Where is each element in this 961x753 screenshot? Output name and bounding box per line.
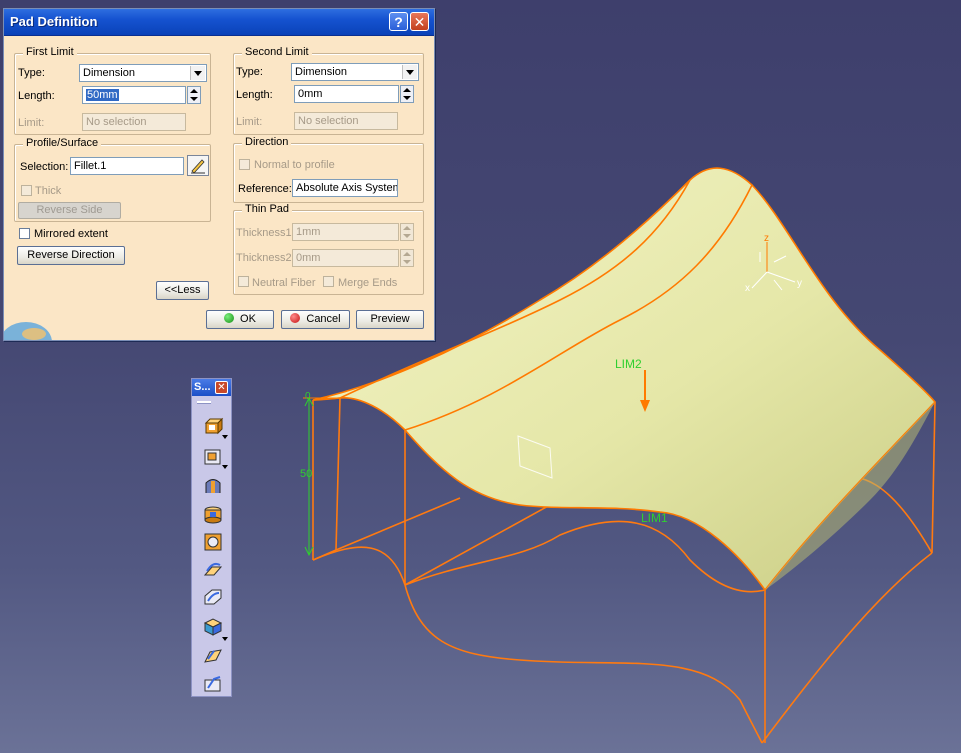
cancel-icon	[290, 313, 301, 323]
pad-flyout-icon[interactable]	[222, 435, 228, 439]
thickness2-label: Thickness2:	[236, 252, 295, 264]
thin-pad-legend: Thin Pad	[242, 203, 293, 215]
second-limit-label: Limit:	[236, 116, 263, 128]
reverse-direction-button[interactable]: Reverse Direction	[17, 246, 125, 265]
thickness1-label: Thickness1:	[236, 227, 295, 239]
first-limit-field[interactable]: No selection	[82, 113, 186, 131]
dimension-value[interactable]: 50	[300, 468, 312, 480]
ok-label: OK	[240, 313, 256, 325]
toolbar-close-icon[interactable]: ✕	[215, 381, 228, 394]
thick-checkbox[interactable]	[21, 185, 32, 196]
second-length-label: Length:	[236, 89, 273, 101]
stiffener-flyout-icon[interactable]	[222, 637, 228, 641]
thickness1-spinner[interactable]	[400, 223, 414, 241]
stiffener-icon[interactable]	[202, 615, 224, 637]
second-type-label: Type:	[236, 66, 263, 78]
first-length-spinner[interactable]	[187, 86, 201, 104]
first-limit-label: Limit:	[18, 117, 45, 129]
neutral-fiber-label: Neutral Fiber	[252, 277, 316, 289]
profile-surface-legend: Profile/Surface	[23, 137, 102, 149]
chevron-down-icon[interactable]	[190, 66, 205, 80]
pocket-flyout-icon[interactable]	[222, 465, 228, 469]
help-button[interactable]: ?	[389, 12, 408, 31]
reference-label: Reference:	[238, 183, 292, 195]
axis-z-label: z	[764, 233, 769, 244]
second-limit-legend: Second Limit	[242, 46, 312, 58]
ok-button[interactable]: OK	[206, 310, 274, 329]
axis-y-label: y	[797, 278, 802, 289]
toolbar-title: S...	[194, 381, 211, 393]
selection-field[interactable]: Fillet.1	[70, 157, 184, 175]
rib-icon[interactable]	[202, 559, 224, 581]
direction-legend: Direction	[242, 136, 292, 148]
cancel-button[interactable]: Cancel	[281, 310, 350, 329]
second-type-dropdown[interactable]: Dimension	[291, 63, 419, 81]
neutral-fiber-checkbox[interactable]	[238, 276, 249, 287]
mirrored-extent-label: Mirrored extent	[34, 228, 108, 240]
pad-definition-dialog: Pad Definition ? ✕ First Limit Type: Dim…	[3, 8, 435, 341]
pad-icon[interactable]	[202, 415, 224, 437]
first-length-label: Length:	[18, 90, 55, 102]
thickness1-input[interactable]: 1mm	[292, 223, 399, 241]
first-type-dropdown[interactable]: Dimension	[79, 64, 207, 82]
ok-icon	[224, 313, 235, 323]
first-limit-legend: First Limit	[23, 46, 77, 58]
thickness2-spinner[interactable]	[400, 249, 414, 267]
first-length-input[interactable]: 50mm	[82, 86, 186, 104]
toolbar-grip[interactable]	[197, 401, 211, 404]
second-length-input[interactable]: 0mm	[294, 85, 399, 103]
normal-to-profile-label: Normal to profile	[254, 159, 335, 171]
merge-ends-label: Merge Ends	[338, 277, 398, 289]
less-button[interactable]: <<Less	[156, 281, 209, 300]
second-length-spinner[interactable]	[400, 85, 414, 103]
hole-icon[interactable]	[202, 531, 224, 553]
reference-field[interactable]: Absolute Axis System	[292, 179, 398, 197]
cancel-label: Cancel	[306, 313, 341, 325]
reverse-side-button[interactable]: Reverse Side	[18, 202, 121, 219]
second-limit-field[interactable]: No selection	[294, 112, 398, 130]
chevron-down-icon[interactable]	[402, 65, 417, 79]
close-button[interactable]: ✕	[410, 12, 429, 31]
slot-icon[interactable]	[202, 587, 224, 609]
selection-label: Selection:	[20, 161, 69, 173]
dialog-titlebar[interactable]: Pad Definition ? ✕	[4, 9, 434, 36]
first-type-label: Type:	[18, 67, 45, 79]
sketch-edit-icon[interactable]	[187, 155, 209, 176]
mirrored-extent-checkbox[interactable]	[19, 228, 30, 239]
dialog-title: Pad Definition	[10, 14, 98, 29]
lim2-label: LIM2	[615, 357, 642, 371]
dimension-zero: 0	[305, 391, 311, 402]
groove-icon[interactable]	[202, 503, 224, 525]
first-type-value: Dimension	[83, 67, 135, 79]
axis-x-label: x	[745, 283, 750, 294]
sketch-based-features-toolbar: S... ✕	[191, 378, 232, 697]
shaft-icon[interactable]	[202, 475, 224, 497]
toolbar-titlebar[interactable]: S... ✕	[192, 379, 231, 396]
pocket-icon[interactable]	[202, 445, 224, 467]
second-type-value: Dimension	[295, 66, 347, 78]
merge-ends-checkbox[interactable]	[323, 276, 334, 287]
thick-label: Thick	[35, 185, 62, 197]
first-length-value: 50mm	[86, 89, 119, 101]
preview-button[interactable]: Preview	[356, 310, 424, 329]
normal-to-profile-checkbox[interactable]	[239, 159, 250, 170]
globe-logo-icon	[4, 322, 52, 340]
removed-multi-sections-solid-icon[interactable]	[202, 673, 224, 695]
lim1-label: LIM1	[641, 511, 668, 525]
multi-sections-solid-icon[interactable]	[202, 645, 224, 667]
thickness2-input[interactable]: 0mm	[292, 249, 399, 267]
